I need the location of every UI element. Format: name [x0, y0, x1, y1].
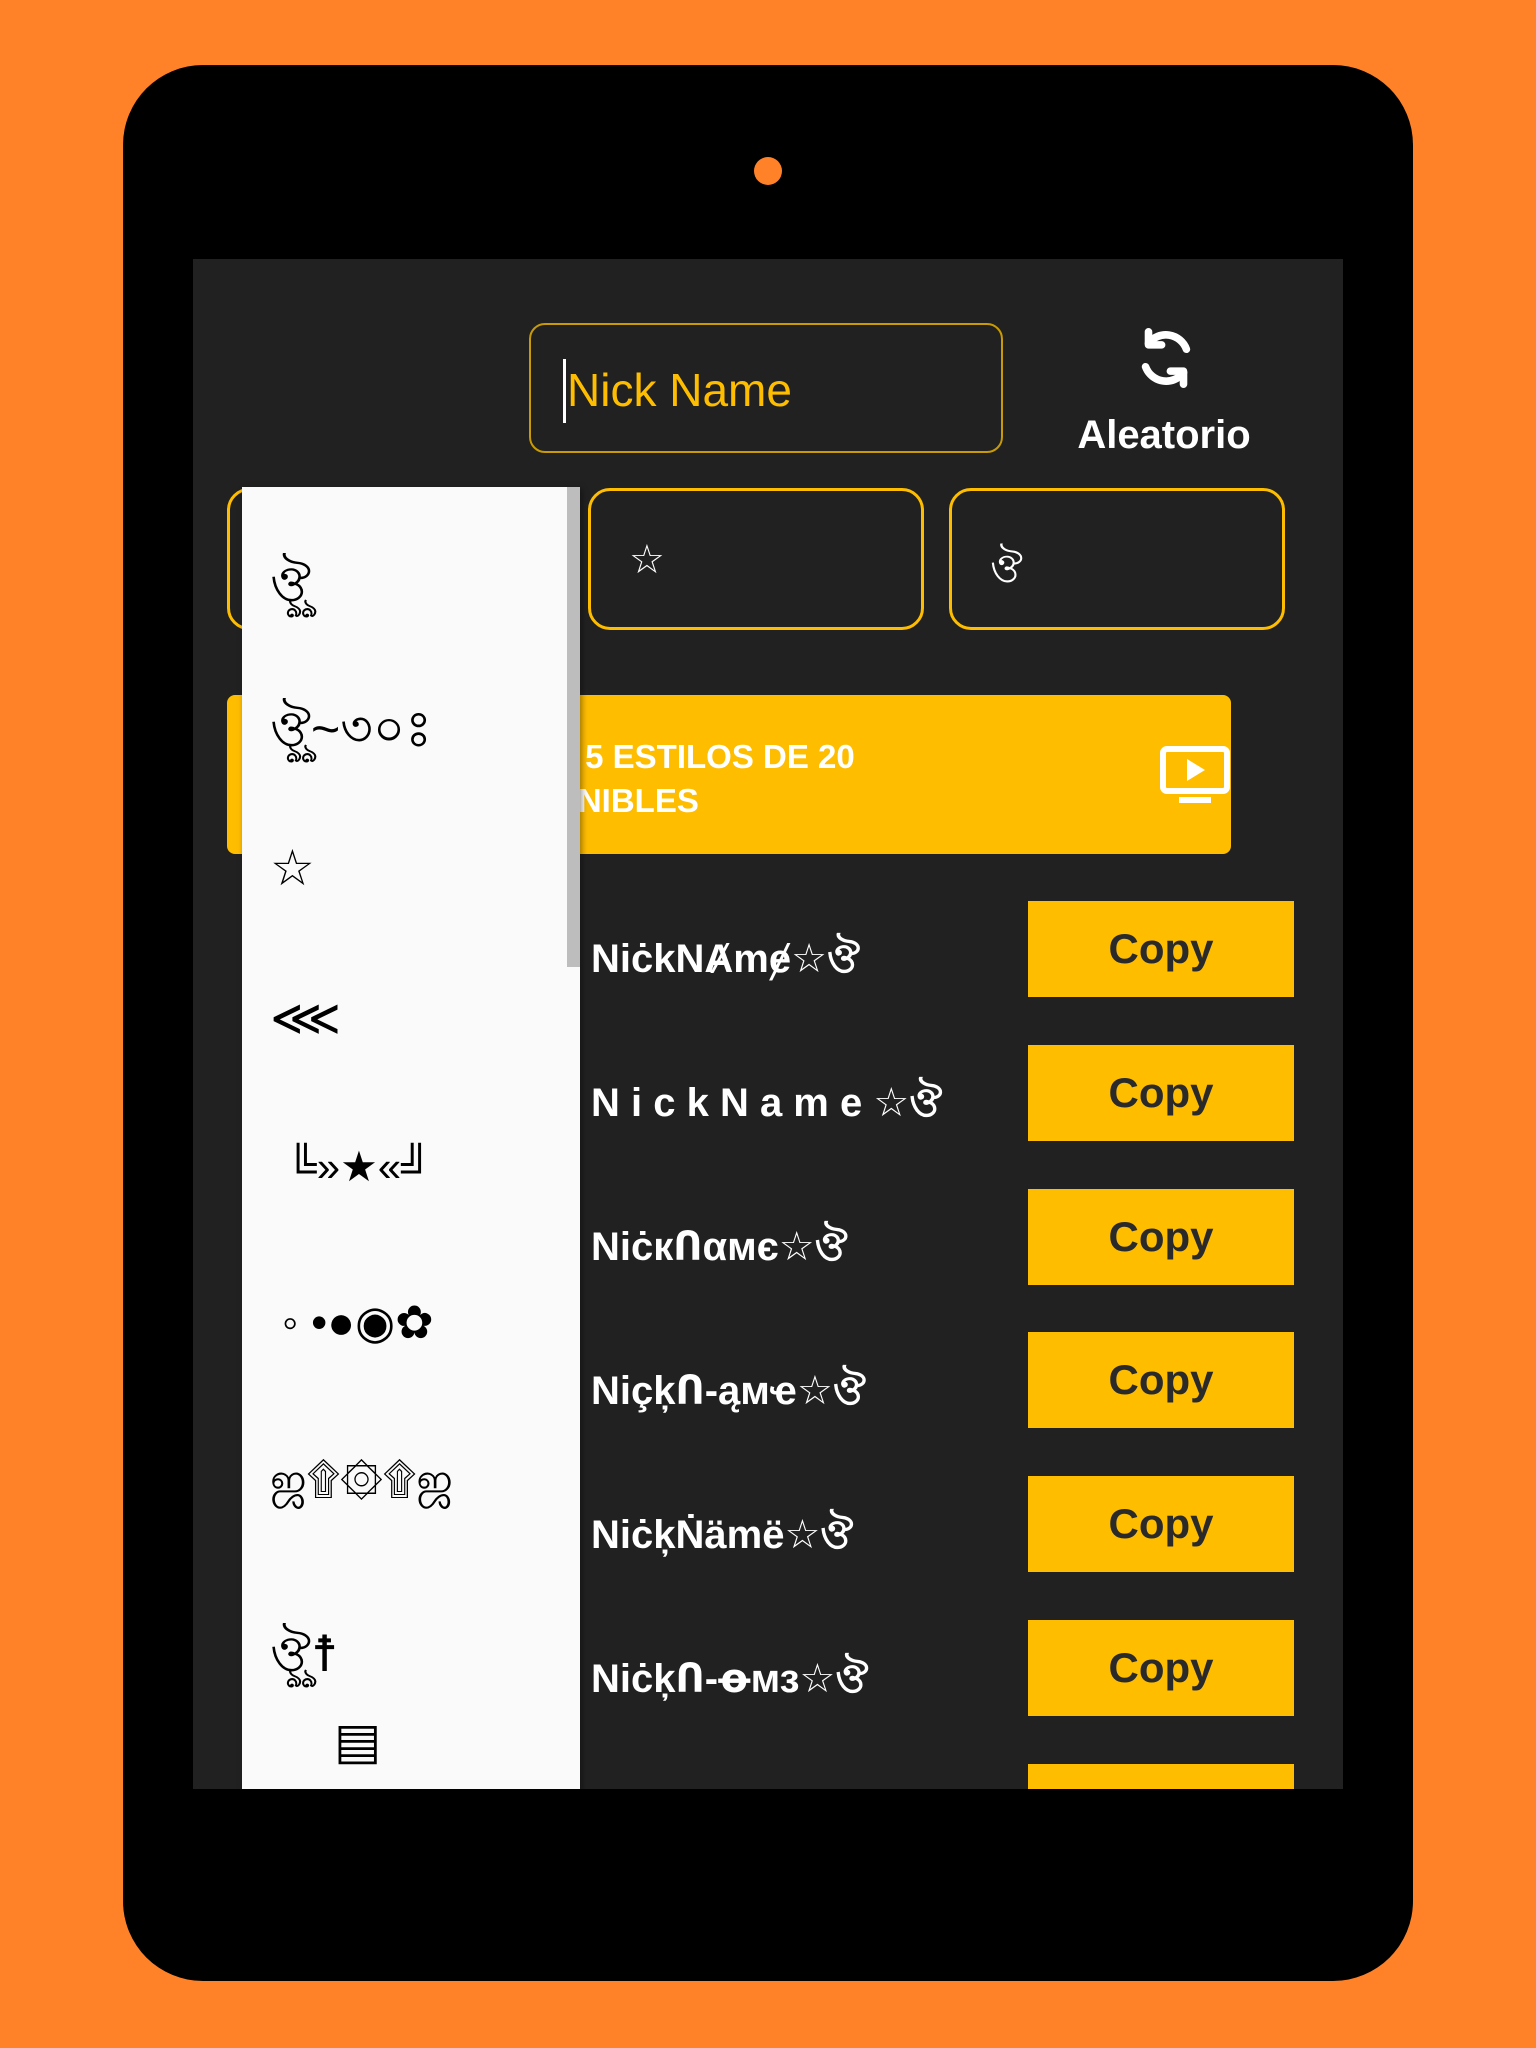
- nickname-input-value: Nick Name: [567, 364, 792, 416]
- result-name: N i c k N a m e ☆ঔ: [591, 1081, 943, 1125]
- symbol-dropdown-list[interactable]: ঔৣ ঔৣ~৩০ঃ ☆ ⋘ ╚»★«╝ ◦ •●◉✿ ஜ۩۞۩ஜ ঔৣ☨ ▤: [242, 487, 580, 1789]
- result-name: NiċkNȺmɇ☆ঔ: [591, 937, 860, 981]
- copy-button[interactable]: Copy: [1028, 1045, 1294, 1141]
- copy-button[interactable]: Copy: [1028, 1476, 1294, 1572]
- text-cursor: [563, 359, 566, 423]
- result-name: NiçķՈ-ąмҽ☆ঔ: [591, 1369, 866, 1413]
- suffix-value: ঔ: [990, 547, 1023, 591]
- copy-button[interactable]: Copy: [1028, 1332, 1294, 1428]
- dropdown-option[interactable]: ⋘: [270, 989, 341, 1047]
- dropdown-option[interactable]: ঔৣ: [270, 547, 311, 630]
- result-name: NiċķՈ-ꝋмз☆ঔ: [591, 1657, 869, 1701]
- dropdown-option[interactable]: ▤: [334, 1712, 381, 1770]
- dropdown-option[interactable]: ╚»★«╝: [287, 1142, 431, 1191]
- result-name: NiċкՈαмє☆ঔ: [591, 1225, 848, 1269]
- refresh-icon[interactable]: [1111, 323, 1221, 398]
- copy-button-partial[interactable]: [1028, 1764, 1294, 1789]
- dropdown-option[interactable]: ঔৣ☨: [270, 1617, 338, 1700]
- dropdown-option[interactable]: ஜ۩۞۩ஜ: [270, 1455, 453, 1511]
- middle-value: ☆: [629, 538, 665, 582]
- middle-selector[interactable]: ☆: [588, 488, 924, 630]
- dropdown-option[interactable]: ঔৣ~৩০ঃ: [270, 692, 432, 775]
- suffix-selector[interactable]: ঔ: [949, 488, 1285, 630]
- copy-button[interactable]: Copy: [1028, 1189, 1294, 1285]
- dropdown-option[interactable]: ☆: [270, 839, 315, 897]
- copy-button[interactable]: Copy: [1028, 1620, 1294, 1716]
- random-button-label[interactable]: Aleatorio: [1063, 413, 1265, 458]
- result-name: NiċķṄämë☆ঔ: [591, 1513, 854, 1557]
- dropdown-option[interactable]: ◦ •●◉✿: [282, 1295, 434, 1349]
- app-screen: Nick Name Aleatorio ঔৣ ☆ ঔ DESBLOQUEAR 5…: [193, 259, 1343, 1789]
- nickname-input[interactable]: Nick Name: [529, 323, 1003, 453]
- copy-button[interactable]: Copy: [1028, 901, 1294, 997]
- play-video-icon: [1159, 745, 1231, 810]
- dropdown-scrollbar[interactable]: [567, 487, 580, 967]
- camera-dot: [754, 157, 782, 185]
